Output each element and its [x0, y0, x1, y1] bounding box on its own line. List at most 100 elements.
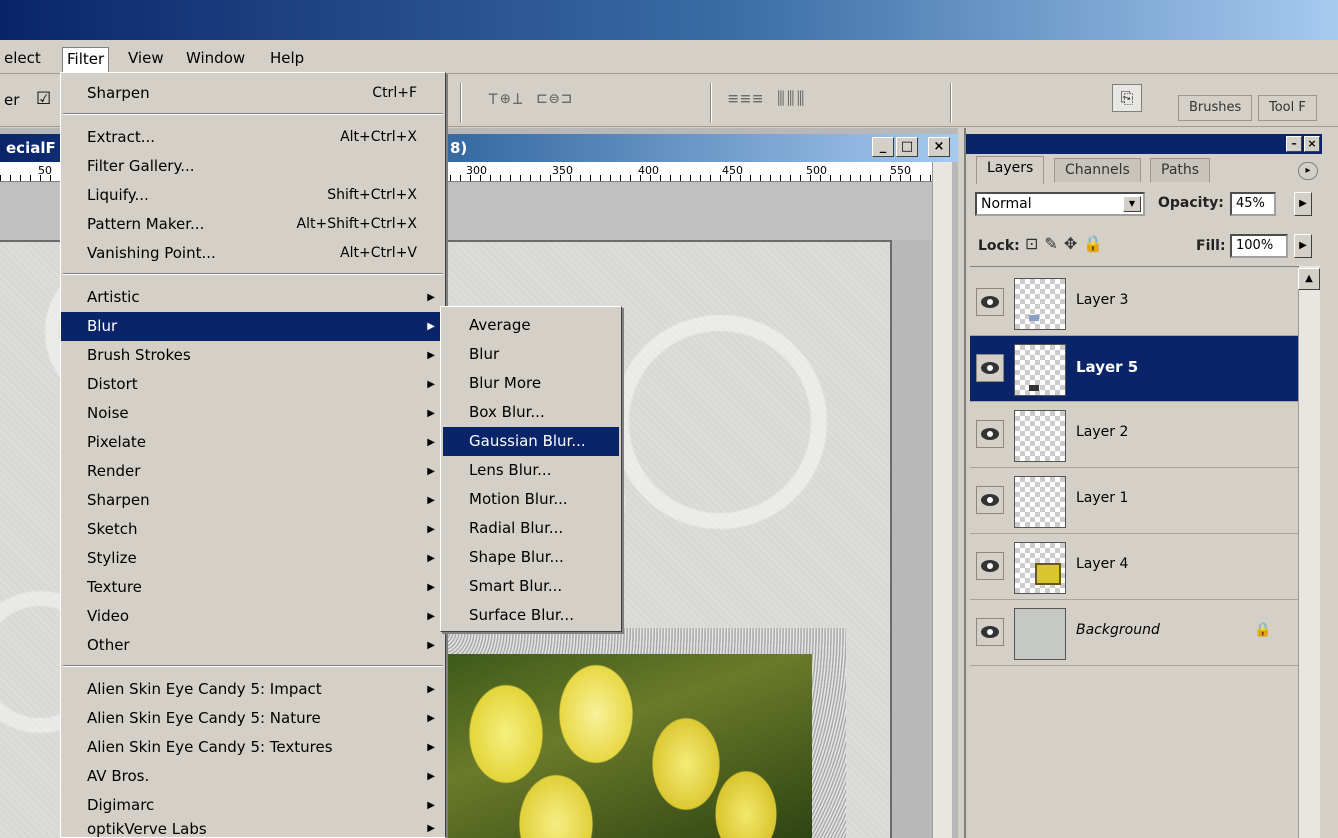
thumbnail-photo: [1035, 563, 1061, 585]
menu-item-vanishing-point[interactable]: Vanishing Point... Alt+Ctrl+V: [61, 239, 445, 268]
menu-item-label: Distort: [87, 375, 138, 393]
menu-item-box-blur[interactable]: Box Blur...: [443, 398, 619, 427]
menu-item-other[interactable]: Other ▶: [61, 631, 445, 660]
menu-window[interactable]: Window: [182, 47, 249, 69]
menu-item-render[interactable]: Render ▶: [61, 457, 445, 486]
menu-select[interactable]: elect: [0, 47, 45, 69]
menu-item-surface-blur[interactable]: Surface Blur...: [443, 601, 619, 630]
menu-item-blur[interactable]: Blur: [443, 340, 619, 369]
lock-options-icon[interactable]: ⊡✎✥🔒: [1025, 234, 1109, 253]
menu-item-filter-gallery[interactable]: Filter Gallery...: [61, 152, 445, 181]
visibility-toggle[interactable]: [976, 486, 1004, 514]
menu-item-lens-blur[interactable]: Lens Blur...: [443, 456, 619, 485]
submenu-arrow-icon: ▶: [427, 684, 435, 695]
menu-item-blur[interactable]: Blur ▶: [61, 312, 445, 341]
opacity-stepper[interactable]: ▶: [1294, 192, 1312, 216]
menu-item-artistic[interactable]: Artistic ▶: [61, 283, 445, 312]
menu-item-blur-more[interactable]: Blur More: [443, 369, 619, 398]
menu-item-smart-blur[interactable]: Smart Blur...: [443, 572, 619, 601]
align-buttons-icon[interactable]: ⊤⊕⊥ ⊏⊜⊐: [488, 89, 574, 109]
layer-row[interactable]: Layer 2: [970, 402, 1298, 468]
scroll-up-icon[interactable]: ▲: [1298, 268, 1320, 290]
menu-item-digimarc[interactable]: Digimarc ▶: [61, 791, 445, 820]
tab-brushes[interactable]: Brushes: [1178, 95, 1253, 121]
palette-close-icon[interactable]: ×: [1304, 136, 1320, 152]
visibility-toggle[interactable]: [976, 354, 1004, 382]
layers-scrollbar[interactable]: [1298, 266, 1320, 838]
ruler-mark: 300: [466, 164, 487, 177]
menu-item-average[interactable]: Average: [443, 311, 619, 340]
palette-minimize-icon[interactable]: –: [1286, 136, 1302, 152]
opacity-input[interactable]: 45%: [1230, 192, 1276, 216]
menu-item-label: Sketch: [87, 520, 138, 538]
minimize-icon[interactable]: _: [872, 137, 894, 157]
menu-filter[interactable]: Filter: [62, 47, 110, 75]
menu-item-motion-blur[interactable]: Motion Blur...: [443, 485, 619, 514]
menu-item-label: Noise: [87, 404, 129, 422]
visibility-toggle[interactable]: [976, 420, 1004, 448]
menu-item-stylize[interactable]: Stylize ▶: [61, 544, 445, 573]
layer-row[interactable]: Layer 4: [970, 534, 1298, 600]
menu-item-label: Alien Skin Eye Candy 5: Impact: [87, 680, 322, 698]
menu-item-label: Vanishing Point...: [87, 244, 216, 262]
menu-item-eye-candy-textures[interactable]: Alien Skin Eye Candy 5: Textures ▶: [61, 733, 445, 762]
chevron-down-icon[interactable]: ▼: [1123, 196, 1141, 212]
menu-item-eye-candy-nature[interactable]: Alien Skin Eye Candy 5: Nature ▶: [61, 704, 445, 733]
tab-paths[interactable]: Paths: [1150, 158, 1211, 182]
layer-thumbnail: [1014, 476, 1066, 528]
layer-thumbnail: [1014, 542, 1066, 594]
menu-item-liquify[interactable]: Liquify... Shift+Ctrl+X: [61, 181, 445, 210]
layer-row[interactable]: Layer 1: [970, 468, 1298, 534]
auto-select-checkbox[interactable]: ☑: [36, 89, 51, 109]
menu-item-noise[interactable]: Noise ▶: [61, 399, 445, 428]
vertical-scrollbar[interactable]: [932, 162, 952, 838]
visibility-toggle[interactable]: [976, 552, 1004, 580]
tab-channels[interactable]: Channels: [1054, 158, 1141, 182]
submenu-arrow-icon: ▶: [427, 713, 435, 724]
visibility-toggle[interactable]: [976, 288, 1004, 316]
ruler-mark: 550: [890, 164, 911, 177]
tab-layers[interactable]: Layers: [976, 156, 1045, 184]
menu-view[interactable]: View: [124, 47, 168, 69]
menu-item-pixelate[interactable]: Pixelate ▶: [61, 428, 445, 457]
close-icon[interactable]: ×: [928, 137, 950, 157]
menu-item-optikverve[interactable]: optikVerve Labs ▶: [61, 820, 445, 838]
submenu-arrow-icon: ▶: [427, 292, 435, 303]
menu-item-texture[interactable]: Texture ▶: [61, 573, 445, 602]
distribute-buttons-icon[interactable]: ≡≡≡ ⫼⫼⫼: [728, 89, 806, 109]
palette-well-icon[interactable]: ⎘: [1112, 84, 1142, 112]
menu-item-shape-blur[interactable]: Shape Blur...: [443, 543, 619, 572]
layer-row[interactable]: Layer 3: [970, 270, 1298, 336]
menu-shortcut: Alt+Ctrl+V: [340, 245, 417, 261]
menu-item-last-filter[interactable]: Sharpen Ctrl+F: [61, 79, 445, 108]
menu-item-sharpen[interactable]: Sharpen ▶: [61, 486, 445, 515]
eye-icon: [981, 362, 999, 374]
menu-help[interactable]: Help: [266, 47, 308, 69]
app-titlebar: [0, 0, 1338, 40]
menu-item-eye-candy-impact[interactable]: Alien Skin Eye Candy 5: Impact ▶: [61, 675, 445, 704]
menu-item-radial-blur[interactable]: Radial Blur...: [443, 514, 619, 543]
menu-shortcut: Ctrl+F: [372, 85, 417, 101]
visibility-toggle[interactable]: [976, 618, 1004, 646]
fill-input[interactable]: 100%: [1230, 234, 1288, 258]
tab-tool-presets[interactable]: Tool F: [1258, 95, 1317, 121]
menu-item-label: Brush Strokes: [87, 346, 191, 364]
menu-item-sketch[interactable]: Sketch ▶: [61, 515, 445, 544]
menu-item-distort[interactable]: Distort ▶: [61, 370, 445, 399]
menu-item-label: Render: [87, 462, 141, 480]
menu-item-extract[interactable]: Extract... Alt+Ctrl+X: [61, 123, 445, 152]
ruler-mark: 50: [38, 164, 52, 177]
menu-item-brush-strokes[interactable]: Brush Strokes ▶: [61, 341, 445, 370]
submenu-arrow-icon: ▶: [427, 742, 435, 753]
layer-name: Layer 4: [1076, 556, 1129, 572]
blend-mode-select[interactable]: Normal ▼: [975, 192, 1145, 216]
palette-menu-icon[interactable]: ▸: [1298, 162, 1318, 180]
menu-item-gaussian-blur[interactable]: Gaussian Blur...: [443, 427, 619, 456]
layer-row-selected[interactable]: Layer 5: [970, 336, 1298, 402]
fill-stepper[interactable]: ▶: [1294, 234, 1312, 258]
maximize-icon[interactable]: □: [896, 137, 918, 157]
menu-item-av-bros[interactable]: AV Bros. ▶: [61, 762, 445, 791]
layer-row-background[interactable]: Background 🔒: [970, 600, 1298, 666]
menu-item-video[interactable]: Video ▶: [61, 602, 445, 631]
menu-item-pattern-maker[interactable]: Pattern Maker... Alt+Shift+Ctrl+X: [61, 210, 445, 239]
